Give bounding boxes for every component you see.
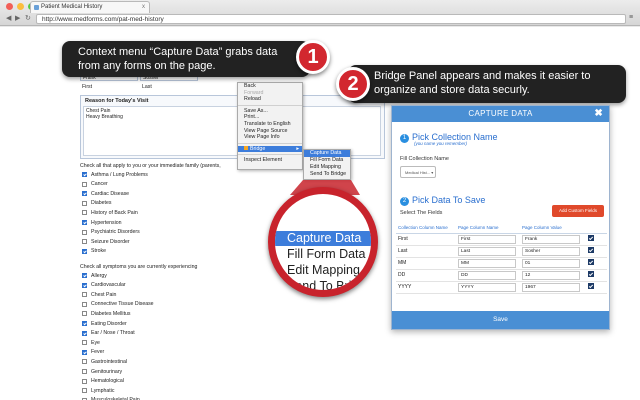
table-cell: 12: [520, 269, 586, 282]
table-cell: MM: [456, 257, 520, 270]
page-column-value-input[interactable]: Sosher: [522, 246, 580, 256]
table-cell: [586, 281, 607, 294]
bridge-panel: CAPTURE DATA ✖ 1 Pick Collection Name (yo…: [391, 105, 610, 330]
table-cell: DD: [456, 269, 520, 282]
table-cell: [586, 269, 607, 282]
collection-note: (you name you remember): [414, 141, 468, 146]
table-row: YYYY YYYY 1967: [396, 281, 607, 294]
section-data: 2 Pick Data To Save: [400, 195, 485, 206]
magnified-capture-data: Capture Data: [275, 231, 371, 246]
column-header: Collection Column Name: [396, 223, 456, 234]
page-column-value-input[interactable]: 01: [522, 258, 580, 268]
collection-column-cell: First: [396, 233, 456, 246]
table-row: First First Frank: [396, 233, 607, 246]
page-column-value-input[interactable]: Frank: [522, 234, 580, 244]
row-checkbox[interactable]: [588, 259, 594, 265]
table-row: Last Last Sosher: [396, 245, 607, 258]
close-icon[interactable]: ✖: [594, 106, 603, 122]
page-column-name-input[interactable]: MM: [458, 258, 516, 268]
page-column-name-input[interactable]: Last: [458, 246, 516, 256]
fill-collection-label: Fill Collection Name: [400, 156, 449, 162]
page-column-name-input[interactable]: YYYY: [458, 282, 516, 292]
row-checkbox[interactable]: [588, 283, 594, 289]
table-cell: [586, 257, 607, 270]
collection-column-cell: DD: [396, 269, 456, 282]
row-checkbox[interactable]: [588, 247, 594, 253]
save-button[interactable]: Save: [392, 311, 609, 329]
column-header: Page Column Value: [520, 223, 586, 234]
page-column-name-input[interactable]: DD: [458, 270, 516, 280]
column-header-check: [586, 223, 607, 234]
table-cell: 1967: [520, 281, 586, 294]
fields-table: Collection Column Name Page Column Name …: [396, 223, 607, 294]
section-data-title: Pick Data To Save: [412, 195, 486, 205]
table-row: MM MM 01: [396, 257, 607, 270]
page-column-value-input[interactable]: 1967: [522, 282, 580, 292]
add-custom-fields-button[interactable]: Add Custom Fields: [552, 205, 604, 217]
select-fields-label: Select The Fields: [400, 210, 443, 216]
step-one-icon: 1: [400, 134, 409, 143]
column-header: Page Column Name: [456, 223, 520, 234]
panel-title: CAPTURE DATA: [468, 109, 533, 118]
magnified-fill-form-data: Fill Form Data: [287, 247, 366, 261]
panel-header: CAPTURE DATA ✖: [392, 106, 609, 122]
magnified-edit-mapping: Edit Mapping: [287, 263, 360, 277]
table-cell: YYYY: [456, 281, 520, 294]
collection-column-cell: YYYY: [396, 281, 456, 294]
table-cell: [586, 233, 607, 246]
table-cell: First: [456, 233, 520, 246]
table-cell: Frank: [520, 233, 586, 246]
step-two-icon: 2: [400, 197, 409, 206]
collection-column-cell: Last: [396, 245, 456, 258]
page-column-value-input[interactable]: 12: [522, 270, 580, 280]
page-column-name-input[interactable]: First: [458, 234, 516, 244]
magnifier-lens: Capture Data Fill Form Data Edit Mapping…: [268, 187, 378, 297]
table-cell: [586, 245, 607, 258]
collection-column-cell: MM: [396, 257, 456, 270]
table-row: DD DD 12: [396, 269, 607, 282]
table-cell: Last: [456, 245, 520, 258]
table-cell: 01: [520, 257, 586, 270]
row-checkbox[interactable]: [588, 235, 594, 241]
table-cell: Sosher: [520, 245, 586, 258]
collection-select[interactable]: Medical Hist... ▾: [400, 166, 436, 178]
row-checkbox[interactable]: [588, 271, 594, 277]
